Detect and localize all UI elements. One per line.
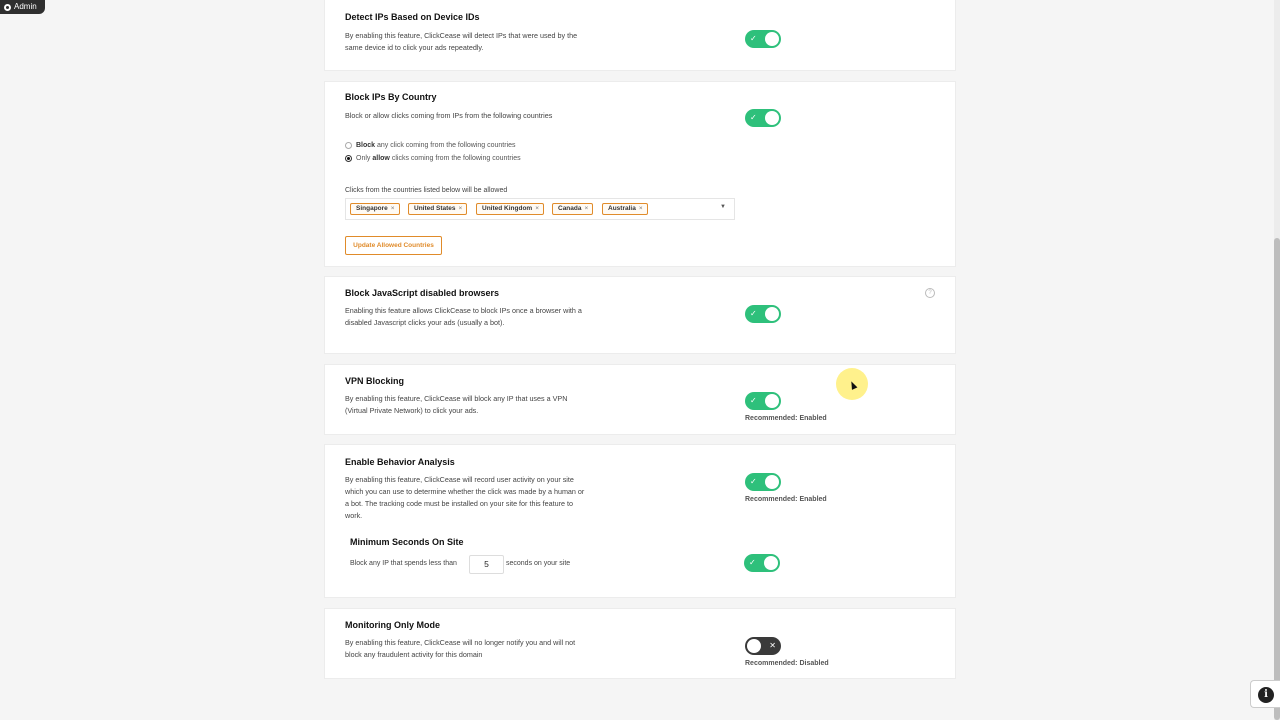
- block-country-title: Block IPs By Country: [345, 92, 437, 102]
- info-icon: i: [1258, 687, 1274, 703]
- toggle-knob: [764, 556, 778, 570]
- block-country-description: Block or allow clicks coming from IPs fr…: [345, 111, 553, 120]
- radio-block[interactable]: [345, 142, 352, 149]
- check-icon: ✓: [749, 558, 756, 567]
- behavior-toggle[interactable]: ✓: [745, 473, 781, 491]
- country-chip: Singapore ×: [350, 203, 400, 215]
- toggle-knob: [747, 639, 761, 653]
- behavior-title: Enable Behavior Analysis: [345, 457, 455, 467]
- dropdown-arrow-icon[interactable]: ▼: [720, 204, 726, 210]
- radio-allow-bold: allow: [372, 155, 390, 162]
- country-list-label: Clicks from the countries listed below w…: [345, 187, 508, 194]
- admin-label: Admin: [14, 2, 37, 11]
- block-country-toggle[interactable]: ✓: [745, 109, 781, 127]
- admin-badge[interactable]: Admin: [0, 0, 45, 14]
- min-seconds-suffix: seconds on your site: [506, 560, 571, 567]
- country-chip: United States ×: [408, 203, 468, 215]
- remove-icon[interactable]: ×: [459, 205, 463, 212]
- toggle-knob: [765, 32, 779, 46]
- country-chip: Canada ×: [552, 203, 594, 215]
- country-chip-label: Canada: [558, 205, 582, 212]
- monitoring-title: Monitoring Only Mode: [345, 620, 440, 630]
- info-button[interactable]: i: [1250, 680, 1280, 708]
- check-icon: ✓: [750, 34, 757, 43]
- country-chip: Australia ×: [602, 203, 648, 215]
- help-icon[interactable]: ?: [925, 288, 935, 298]
- monitoring-card: Monitoring Only Mode By enabling this fe…: [324, 608, 956, 679]
- radio-allow-label: Only allow clicks coming from the follow…: [356, 155, 521, 162]
- behavior-recommendation: Recommended: Enabled: [745, 496, 827, 503]
- remove-icon[interactable]: ×: [535, 205, 539, 212]
- radio-allow-prefix: Only: [356, 155, 371, 162]
- monitoring-description: By enabling this feature, ClickCease wil…: [345, 638, 576, 659]
- min-seconds-input[interactable]: 5: [469, 555, 504, 574]
- admin-icon: [4, 3, 11, 11]
- country-chip-label: United Kingdom: [482, 205, 533, 212]
- x-icon: ✕: [769, 641, 776, 650]
- radio-block-bold: Block: [356, 142, 376, 149]
- country-chip: United Kingdom ×: [476, 203, 544, 215]
- radio-allow-rest: clicks coming from the following countri…: [391, 155, 521, 162]
- radio-block-option[interactable]: Block any click coming from the followin…: [345, 142, 516, 149]
- device-ids-card: Detect IPs Based on Device IDs By enabli…: [324, 0, 956, 71]
- radio-allow-option[interactable]: Only allow clicks coming from the follow…: [345, 155, 521, 162]
- radio-allow[interactable]: [345, 155, 352, 162]
- radio-block-rest: any click coming from the following coun…: [377, 142, 516, 149]
- vpn-recommendation: Recommended: Enabled: [745, 415, 827, 422]
- toggle-knob: [765, 111, 779, 125]
- toggle-knob: [765, 307, 779, 321]
- country-chip-label: Australia: [608, 205, 636, 212]
- remove-icon[interactable]: ×: [584, 205, 588, 212]
- min-seconds-toggle[interactable]: ✓: [744, 554, 780, 572]
- device-ids-description: By enabling this feature, ClickCease wil…: [345, 31, 578, 52]
- behavior-description: By enabling this feature, ClickCease wil…: [345, 475, 585, 520]
- monitoring-toggle[interactable]: ✕: [745, 637, 781, 655]
- remove-icon[interactable]: ×: [639, 205, 643, 212]
- radio-block-label: Block any click coming from the followin…: [356, 142, 516, 149]
- toggle-knob: [765, 394, 779, 408]
- js-disabled-description: Enabling this feature allows ClickCease …: [345, 306, 582, 327]
- toggle-knob: [765, 475, 779, 489]
- check-icon: ✓: [750, 477, 757, 486]
- check-icon: ✓: [750, 113, 757, 122]
- js-disabled-title: Block JavaScript disabled browsers: [345, 288, 500, 298]
- monitoring-recommendation: Recommended: Disabled: [745, 660, 829, 667]
- country-chip-label: United States: [414, 205, 456, 212]
- check-icon: ✓: [750, 309, 757, 318]
- device-ids-toggle[interactable]: ✓: [745, 30, 781, 48]
- block-country-card: Block IPs By Country Block or allow clic…: [324, 81, 956, 267]
- vpn-description: By enabling this feature, ClickCease wil…: [345, 394, 568, 415]
- vpn-title: VPN Blocking: [345, 376, 405, 386]
- check-icon: ✓: [750, 396, 757, 405]
- js-disabled-card: Block JavaScript disabled browsers Enabl…: [324, 276, 956, 354]
- vpn-toggle[interactable]: ✓: [745, 392, 781, 410]
- remove-icon[interactable]: ×: [391, 205, 395, 212]
- country-multiselect[interactable]: Singapore × United States × United Kingdom…: [345, 198, 735, 220]
- country-chip-label: Singapore: [356, 205, 388, 212]
- min-seconds-title: Minimum Seconds On Site: [350, 537, 464, 547]
- js-disabled-toggle[interactable]: ✓: [745, 305, 781, 323]
- update-allowed-countries-button[interactable]: Update Allowed Countries: [345, 236, 442, 255]
- behavior-card: Enable Behavior Analysis By enabling thi…: [324, 444, 956, 598]
- min-seconds-prefix: Block any IP that spends less than: [350, 560, 457, 567]
- scrollbar-thumb[interactable]: [1274, 238, 1280, 720]
- device-ids-title: Detect IPs Based on Device IDs: [345, 12, 480, 22]
